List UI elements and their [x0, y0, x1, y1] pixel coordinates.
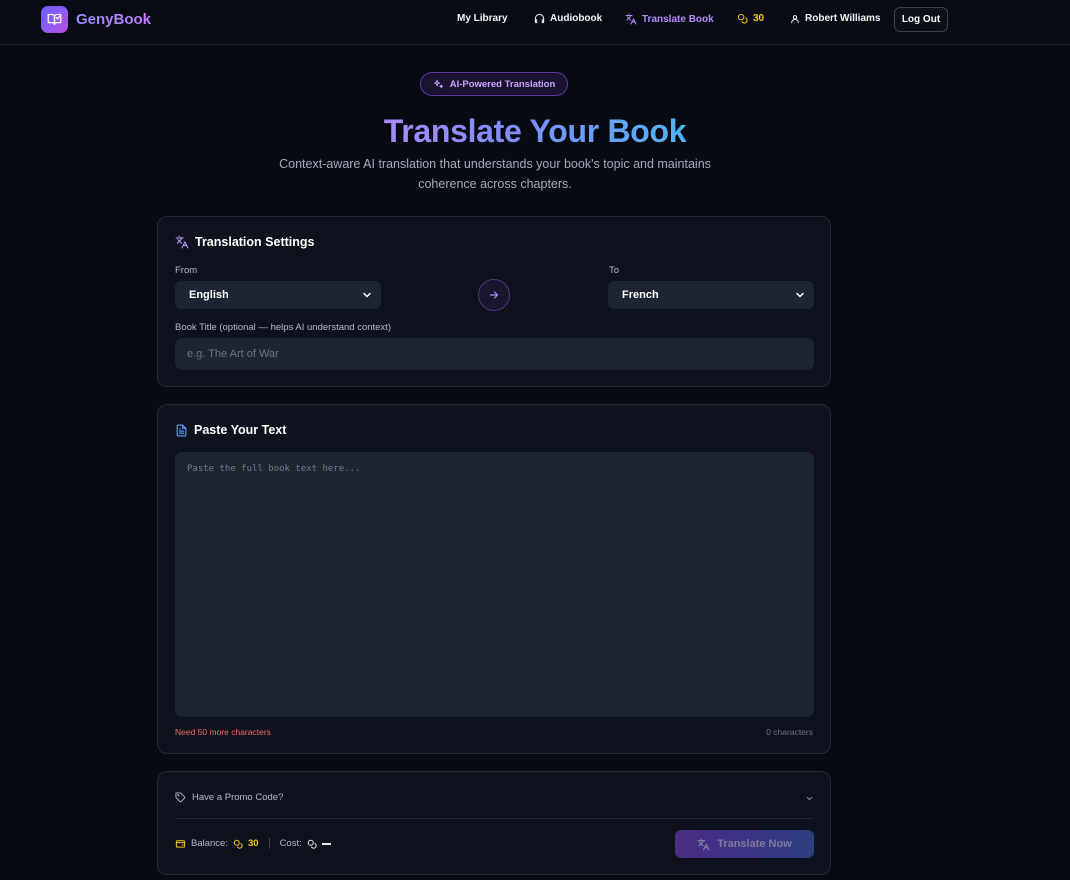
- page-title: Translate Your Book: [383, 113, 687, 149]
- arrow-right-icon: [489, 291, 499, 299]
- min-length-warning: Need 50 more characters: [175, 727, 271, 737]
- book-icon: [41, 6, 68, 33]
- coin-balance-value: 30: [753, 13, 765, 24]
- chevron-down-icon: [806, 796, 813, 801]
- nav-my-library-label: My Library: [457, 13, 508, 24]
- nav-audiobook[interactable]: Audiobook: [534, 13, 602, 24]
- settings-title-label: Translation Settings: [195, 235, 315, 249]
- logout-button[interactable]: Log Out: [894, 7, 948, 32]
- to-label: To: [609, 265, 620, 276]
- brand-name: GenyBook: [76, 11, 152, 28]
- wallet-icon: [175, 840, 186, 848]
- coins-icon: [307, 839, 317, 849]
- cost-value-empty: [321, 842, 331, 845]
- nav-audiobook-label: Audiobook: [550, 13, 603, 24]
- book-text-area[interactable]: [175, 452, 814, 717]
- character-count: 0 characters: [766, 727, 813, 737]
- nav-user-profile[interactable]: Robert Williams: [790, 13, 880, 24]
- nav-my-library[interactable]: My Library: [457, 13, 508, 24]
- document-icon: [176, 424, 187, 436]
- paste-text-title-label: Paste Your Text: [194, 423, 287, 437]
- checkout-card: Have a Promo Code? Balance: 30 Cost: Tra…: [157, 771, 831, 875]
- from-label: From: [175, 265, 198, 276]
- balance-value: 30: [247, 838, 259, 849]
- top-nav: GenyBook My Library Audiobook Translate …: [0, 0, 1070, 45]
- swap-languages-button[interactable]: [478, 279, 510, 311]
- settings-title: Translation Settings: [175, 235, 314, 249]
- brand-logo[interactable]: GenyBook: [41, 6, 151, 33]
- book-title-input[interactable]: [175, 338, 814, 370]
- from-language-value: English: [189, 289, 229, 301]
- user-name: Robert Williams: [805, 13, 881, 24]
- chevron-down-icon: [796, 292, 804, 298]
- from-language-select[interactable]: English: [175, 281, 381, 309]
- user-icon: [791, 14, 799, 23]
- translate-icon: [175, 235, 189, 249]
- coins-icon: [737, 13, 748, 24]
- divider: [175, 818, 814, 819]
- promo-code-toggle[interactable]: Have a Promo Code?: [175, 792, 814, 803]
- coins-icon: [233, 839, 243, 849]
- balance-label: Balance:: [191, 838, 228, 849]
- cost-label: Cost:: [279, 838, 302, 849]
- translate-now-label: Translate Now: [717, 838, 792, 850]
- to-language-value: French: [622, 289, 659, 301]
- ai-badge: AI-Powered Translation: [420, 72, 568, 96]
- coin-balance[interactable]: 30: [737, 13, 764, 24]
- book-title-label: Book Title (optional — helps AI understa…: [175, 322, 391, 333]
- balance-summary: Balance: 30 Cost:: [175, 838, 331, 849]
- promo-code-label: Have a Promo Code?: [192, 792, 284, 803]
- nav-translate-book[interactable]: Translate Book: [625, 13, 714, 25]
- translation-settings-card: Translation Settings From English To Fre…: [157, 216, 831, 387]
- sparkles-icon: [433, 79, 443, 88]
- chevron-down-icon: [363, 292, 371, 298]
- translate-icon: [625, 13, 637, 25]
- translate-icon: [697, 838, 710, 850]
- translate-now-button[interactable]: Translate Now: [675, 830, 814, 858]
- paste-text-card: Paste Your Text Need 50 more characters …: [157, 404, 831, 754]
- nav-translate-book-label: Translate Book: [642, 13, 714, 25]
- ai-badge-label: AI-Powered Translation: [449, 78, 556, 90]
- separator: [268, 838, 270, 849]
- paste-text-title: Paste Your Text: [175, 423, 286, 437]
- page-subtitle: Context-aware AI translation that unders…: [279, 157, 711, 191]
- to-language-select[interactable]: French: [608, 281, 814, 309]
- headphones-icon: [534, 13, 545, 24]
- tag-icon: [175, 792, 186, 803]
